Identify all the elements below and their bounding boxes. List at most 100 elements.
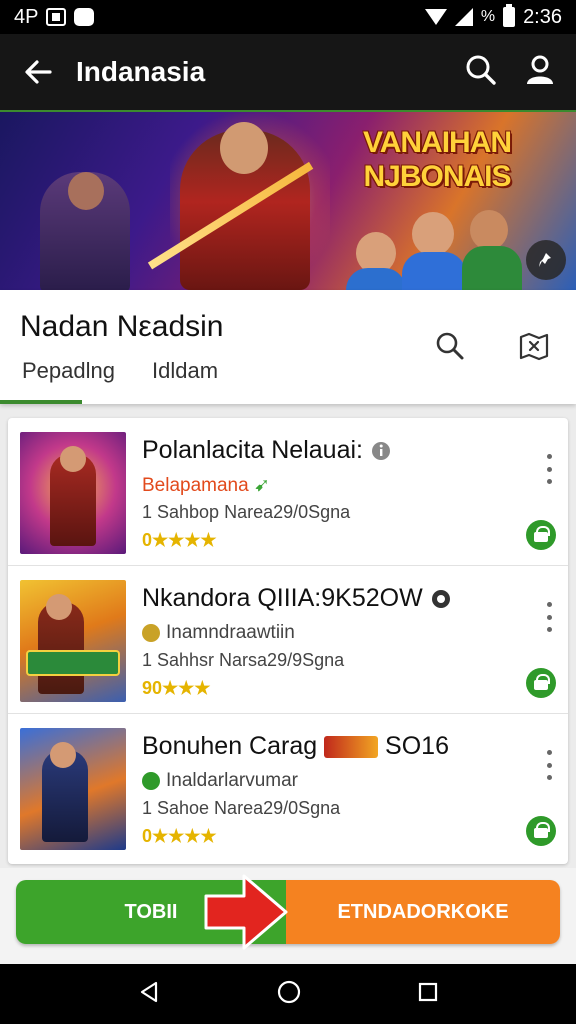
game-title-extra: SO16: [385, 732, 449, 760]
app-screen: 4P % 2:36 Indanasia VANAIHAN NJBONAIS Na…: [0, 0, 576, 1024]
app-title: Indanasia: [76, 56, 206, 87]
app-bar: Indanasia: [0, 34, 576, 112]
record-icon: [431, 590, 450, 609]
thumbnail-head: [60, 446, 86, 472]
banner-villain-figure: [40, 172, 130, 290]
game-thumbnail: [20, 580, 126, 702]
game-subtitle-text: Belapamana: [142, 475, 249, 496]
game-subtitle: Belapamana ➹: [142, 474, 270, 497]
game-rating: 90★★★: [142, 678, 211, 698]
info-icon: [371, 442, 390, 461]
promo-banner[interactable]: VANAIHAN NJBONAIS: [0, 112, 576, 290]
game-meta: 1 Sahoe Narea29/0Sgna: [142, 798, 341, 818]
wifi-icon: [424, 9, 447, 25]
cta-bar: TOBII ETNDADORKOKE: [0, 868, 576, 964]
red-arrow-icon: [204, 874, 288, 950]
banner-face: [412, 212, 454, 256]
game-meta: 1 Sahhsr Narsa29/9Sgna: [142, 650, 345, 670]
more-dot: [546, 479, 552, 484]
section-header: Nadan Nεadsin Pepadlng Idldam: [0, 290, 576, 404]
more-options-button[interactable]: [544, 602, 554, 632]
banner-body: [402, 252, 466, 290]
list-item[interactable]: Bonuhen Carag SO16 Inaldarlarvumar 1 Sah…: [8, 714, 568, 862]
lock-download-button[interactable]: [526, 520, 556, 550]
active-tab-indicator: [0, 400, 82, 404]
status-bar: 4P % 2:36: [0, 0, 576, 34]
thumbnail-head: [46, 594, 72, 620]
more-dot: [546, 775, 552, 780]
lock-download-button[interactable]: [526, 668, 556, 698]
search-button[interactable]: [464, 53, 498, 92]
thumbnail-head: [50, 742, 76, 768]
tab-second[interactable]: Idldam: [152, 358, 218, 384]
map-icon: [519, 332, 549, 361]
game-title-text: Polanlacita Nelauai:: [142, 436, 363, 464]
banner-logo: VANAIHAN NJBONAIS: [352, 126, 522, 194]
coin-icon: [142, 623, 160, 642]
pin-icon: [539, 253, 551, 267]
more-dot: [546, 614, 552, 620]
tab-first[interactable]: Pepadlng: [22, 358, 115, 384]
game-subtitle: Inamndraawtiin: [142, 622, 295, 644]
cta-right-label[interactable]: ETNDADORKOKE: [286, 880, 560, 944]
more-dot: [546, 602, 552, 607]
banner-face: [470, 210, 508, 250]
game-rating: 0★★★★: [142, 826, 217, 846]
more-dot: [546, 454, 552, 459]
banner-logo-line1: VANAIHAN: [362, 126, 512, 159]
more-dot: [546, 762, 552, 768]
game-title: Polanlacita Nelauai:: [142, 436, 392, 465]
nav-recents-button[interactable]: [417, 981, 439, 1008]
game-thumbnail: [20, 728, 126, 850]
game-thumbnail: [20, 432, 126, 554]
more-dot: [546, 750, 552, 755]
thumbnail-logo-plate: [26, 650, 120, 676]
more-options-button[interactable]: [544, 750, 554, 780]
back-button[interactable]: [0, 33, 76, 111]
percent-indicator: %: [480, 8, 496, 25]
check-icon: [142, 771, 160, 790]
signal-icon: [454, 8, 473, 26]
banner-pin-button[interactable]: [526, 240, 566, 280]
more-dot: [546, 627, 552, 632]
home-circle-icon: [277, 980, 301, 1003]
section-search-button[interactable]: [432, 328, 468, 364]
game-title: Nkandora QIIIA:9K52OW: [142, 584, 452, 613]
clock: 2:36: [523, 5, 562, 28]
section-title: Nadan Nεadsin: [20, 310, 224, 343]
game-subtitle-text: Inaldarlarvumar: [166, 770, 298, 791]
battery-icon: [503, 4, 516, 27]
banner-logo-line2: NJBONAIS: [363, 160, 511, 193]
list-item[interactable]: Polanlacita Nelauai: Belapamana ➹ 1 Sahb…: [8, 418, 568, 566]
list-item[interactable]: Nkandora QIIIA:9K52OW Inamndraawtiin 1 S…: [8, 566, 568, 714]
back-arrow-icon: [25, 60, 52, 84]
game-title: Bonuhen Carag SO16: [142, 732, 449, 761]
banner-body: [462, 246, 522, 290]
chest-icon: [324, 736, 379, 759]
section-map-button[interactable]: [516, 328, 552, 364]
nav-back-button[interactable]: [137, 980, 161, 1009]
leaf-icon: ➹: [253, 475, 270, 496]
triangle-back-icon: [141, 981, 158, 1002]
search-icon: [436, 332, 464, 360]
system-nav-bar: [0, 964, 576, 1024]
search-icon: [466, 55, 496, 85]
notification-icon: [46, 8, 67, 26]
square-recents-icon: [418, 982, 437, 1001]
nav-home-button[interactable]: [276, 979, 302, 1010]
game-title-text: Nkandora QIIIA:9K52OW: [142, 584, 423, 612]
game-list: Polanlacita Nelauai: Belapamana ➹ 1 Sahb…: [8, 418, 568, 864]
profile-button[interactable]: [524, 54, 556, 91]
game-title-text: Bonuhen Carag: [142, 732, 318, 760]
banner-body: [346, 268, 406, 290]
more-options-button[interactable]: [544, 454, 554, 484]
game-rating: 0★★★★: [142, 530, 217, 550]
carrier-label: 4P: [14, 5, 39, 28]
message-icon: [74, 8, 95, 26]
game-subtitle: Inaldarlarvumar: [142, 770, 298, 792]
more-dot: [546, 466, 552, 472]
game-subtitle-text: Inamndraawtiin: [166, 622, 295, 643]
lock-download-button[interactable]: [526, 816, 556, 846]
profile-icon: [527, 55, 553, 84]
game-meta: 1 Sahbop Narea29/0Sgna: [142, 502, 351, 522]
